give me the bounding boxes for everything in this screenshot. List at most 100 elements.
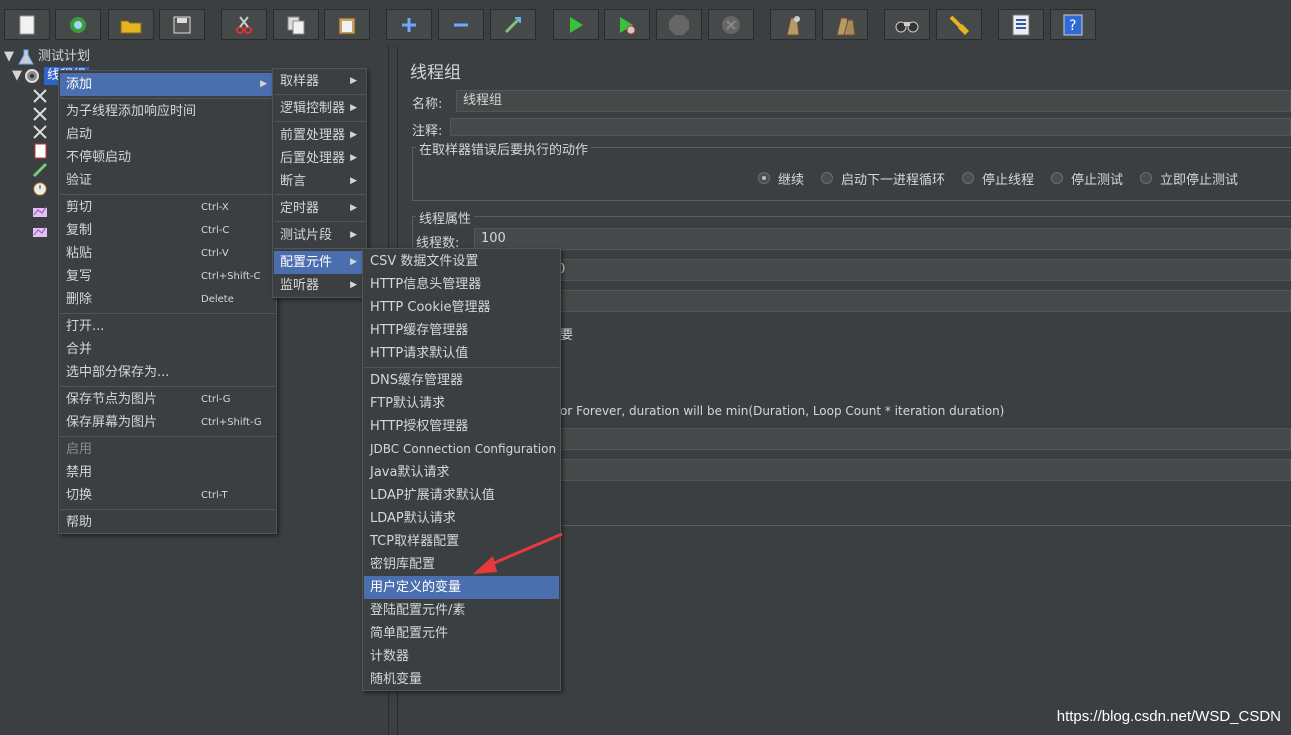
templates-icon[interactable] [55,9,101,40]
menu-item-start-no-pause[interactable]: 不停顿启动 [60,146,275,169]
radio-stop-thread[interactable] [962,172,974,184]
function-helper-icon[interactable] [998,9,1044,40]
config-item-jdbc-connection[interactable]: JDBC Connection Configuration [364,438,559,461]
submenu-item-sampler[interactable]: 取样器 ▶ [274,70,365,93]
clear-all-icon[interactable] [822,9,868,40]
menu-item-save-node-image[interactable]: 保存节点为图片 Ctrl-G [60,388,275,411]
preprocessor-icon[interactable] [32,162,48,178]
start-icon[interactable] [553,9,599,40]
config-item-ldap-ext-defaults[interactable]: LDAP扩展请求默认值 [364,484,559,507]
menu-item-label: 添加 [66,77,93,92]
menu-shortcut: Ctrl-V [201,248,229,259]
config-item-ftp-defaults[interactable]: FTP默认请求 [364,392,559,415]
menu-item-save-selection-as[interactable]: 选中部分保存为... [60,361,275,384]
config-item-simple-config[interactable]: 简单配置元件 [364,622,559,645]
config-item-random-variable[interactable]: 随机变量 [364,668,559,691]
submenu-item-config-element[interactable]: 配置元件 ▶ [274,251,365,274]
loop-count-field[interactable] [474,290,1291,312]
config-item-java-defaults[interactable]: Java默认请求 [364,461,559,484]
config-item-http-auth-manager[interactable]: HTTP授权管理器 [364,415,559,438]
search-icon[interactable] [884,9,930,40]
open-icon[interactable] [108,9,154,40]
menu-item-start[interactable]: 启动 [60,123,275,146]
tree-expand-icon[interactable]: ▼ [12,67,22,85]
submenu-item-timer[interactable]: 定时器 ▶ [274,197,365,220]
config-item-http-header-manager[interactable]: HTTP信息头管理器 [364,273,559,296]
config-item-ldap-defaults[interactable]: LDAP默认请求 [364,507,559,530]
config-item-counter[interactable]: 计数器 [364,645,559,668]
menu-item-enable[interactable]: 启用 [60,438,275,461]
sampler-icon[interactable] [32,88,48,104]
menu-item-toggle[interactable]: 切换 Ctrl-T [60,484,275,507]
radio-start-next-loop[interactable] [821,172,833,184]
startup-delay-field[interactable] [558,459,1291,481]
new-icon[interactable] [4,9,50,40]
menu-item-duplicate[interactable]: 复写 Ctrl+Shift-C [60,265,275,288]
menu-item-label: LDAP扩展请求默认值 [370,488,495,503]
collapse-icon[interactable] [438,9,484,40]
expand-icon[interactable] [386,9,432,40]
menu-item-delete[interactable]: 删除 Delete [60,288,275,311]
menu-item-open[interactable]: 打开... [60,315,275,338]
config-item-login-config[interactable]: 登陆配置元件/素 [364,599,559,622]
radio-continue[interactable] [758,172,770,184]
threads-field[interactable]: 100 [474,228,1291,250]
menu-item-disable[interactable]: 禁用 [60,461,275,484]
menu-item-label: 剪切 [66,200,93,215]
name-field[interactable]: 线程组 [456,90,1291,112]
reset-search-icon[interactable] [936,9,982,40]
listener-icon[interactable] [32,222,48,238]
radio-stop-test[interactable] [1051,172,1063,184]
shutdown-icon[interactable] [708,9,754,40]
comment-field[interactable] [450,118,1291,136]
menu-item-add[interactable]: 添加 ▶ [60,73,275,96]
menu-item-merge[interactable]: 合并 [60,338,275,361]
duration-field[interactable] [558,428,1291,450]
menu-item-add-response-time[interactable]: 为子线程添加响应时间 [60,100,275,123]
clear-icon[interactable] [770,9,816,40]
cut-icon[interactable] [221,9,267,40]
submenu-item-test-fragment[interactable]: 测试片段 ▶ [274,224,365,247]
config-item-dns-cache-manager[interactable]: DNS缓存管理器 [364,369,559,392]
menu-item-label: JDBC Connection Configuration [370,442,557,456]
config-item-csv-data-set[interactable]: CSV 数据文件设置 [364,250,559,273]
stop-icon[interactable] [656,9,702,40]
start-no-pause-icon[interactable] [604,9,650,40]
config-item-http-cookie-manager[interactable]: HTTP Cookie管理器 [364,296,559,319]
sampler-icon[interactable] [32,106,48,122]
listener-icon[interactable] [32,202,48,218]
submenu-arrow-icon: ▶ [260,79,267,89]
submenu-item-preprocessor[interactable]: 前置处理器 ▶ [274,124,365,147]
sampler-icon[interactable] [32,124,48,140]
submenu-item-listener[interactable]: 监听器 ▶ [274,274,365,297]
menu-item-copy[interactable]: 复制 Ctrl-C [60,219,275,242]
menu-item-save-screen-image[interactable]: 保存屏幕为图片 Ctrl+Shift-G [60,411,275,434]
watermark: https://blog.csdn.net/WSD_CSDN [1056,708,1281,725]
paste-icon[interactable] [324,9,370,40]
timer-icon[interactable] [32,180,48,196]
menu-item-help[interactable]: 帮助 [60,511,275,534]
ramp-up-field[interactable]: 0 [474,259,1291,281]
submenu-item-assertion[interactable]: 断言 ▶ [274,170,365,193]
menu-item-label: DNS缓存管理器 [370,373,463,388]
tree-item-test-plan[interactable]: 测试计划 [38,48,90,66]
menu-item-label: 选中部分保存为... [66,365,170,380]
menu-item-cut[interactable]: 剪切 Ctrl-X [60,196,275,219]
submenu-item-logic-controller[interactable]: 逻辑控制器 ▶ [274,97,365,120]
config-item-http-request-defaults[interactable]: HTTP请求默认值 [364,342,559,365]
save-icon[interactable] [159,9,205,40]
submenu-arrow-icon: ▶ [350,257,357,267]
submenu-item-postprocessor[interactable]: 后置处理器 ▶ [274,147,365,170]
config-element-icon[interactable] [32,143,48,159]
submenu-arrow-icon: ▶ [350,176,357,186]
tree-expand-icon[interactable]: ▼ [4,48,14,66]
menu-item-validate[interactable]: 验证 [60,169,275,192]
menu-item-paste[interactable]: 粘贴 Ctrl-V [60,242,275,265]
copy-icon[interactable] [273,9,319,40]
menu-item-label: 计数器 [370,649,410,664]
menu-separator [60,194,275,195]
toggle-icon[interactable] [490,9,536,40]
help-icon[interactable]: ? [1050,9,1096,40]
radio-stop-test-now[interactable] [1140,172,1152,184]
config-item-http-cache-manager[interactable]: HTTP缓存管理器 [364,319,559,342]
